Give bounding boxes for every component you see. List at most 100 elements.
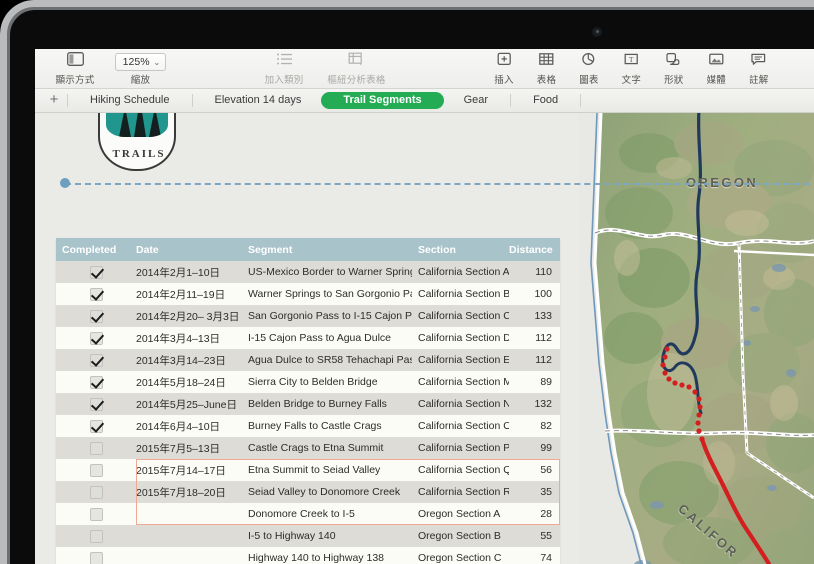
- cell-section[interactable]: California Section N: [412, 398, 509, 410]
- text-button[interactable]: T 文字: [612, 52, 650, 86]
- cell-segment[interactable]: Belden Bridge to Burney Falls: [242, 398, 412, 410]
- table-row[interactable]: 2014年2月20– 3月3日 San Gorgonio Pass to I-1…: [56, 305, 560, 327]
- cell-completed[interactable]: [56, 376, 130, 389]
- cell-completed[interactable]: [56, 310, 130, 323]
- cell-section[interactable]: California Section B: [412, 288, 509, 300]
- cell-distance[interactable]: 112: [509, 332, 560, 344]
- cell-segment[interactable]: Highway 140 to Highway 138: [242, 552, 412, 564]
- cell-completed[interactable]: [56, 354, 130, 367]
- column-header-segment[interactable]: Segment: [242, 244, 412, 256]
- trail-segments-table[interactable]: Completed Date Segment Section Distance …: [56, 238, 560, 564]
- table-row[interactable]: 2015年7月5–13日 Castle Crags to Etna Summit…: [56, 437, 560, 459]
- cell-section[interactable]: California Section D: [412, 332, 509, 344]
- cell-distance[interactable]: 89: [509, 376, 560, 388]
- cell-segment[interactable]: Agua Dulce to SR58 Tehachapi Pass: [242, 354, 412, 366]
- cell-date[interactable]: 2015年7月18–20日: [130, 485, 242, 500]
- cell-date[interactable]: 2014年2月11–19日: [130, 287, 242, 302]
- cell-distance[interactable]: 28: [509, 508, 560, 520]
- checkbox-checked-icon[interactable]: [90, 398, 103, 411]
- tab-elevation-14-days[interactable]: Elevation 14 days: [195, 92, 322, 109]
- table-row[interactable]: 2014年6月4–10日 Burney Falls to Castle Crag…: [56, 415, 560, 437]
- trail-map[interactable]: OREGON CALIFOR: [579, 113, 814, 564]
- tab-hiking-schedule[interactable]: Hiking Schedule: [70, 92, 190, 109]
- cell-date[interactable]: 2014年5月25–June日: [130, 397, 242, 412]
- add-category-button[interactable]: 加入類別: [255, 52, 313, 86]
- table-row[interactable]: 2014年3月4–13日 I-15 Cajon Pass to Agua Dul…: [56, 327, 560, 349]
- cell-distance[interactable]: 82: [509, 420, 560, 432]
- add-sheet-button[interactable]: +: [43, 90, 65, 112]
- chart-button[interactable]: 圖表: [570, 52, 608, 86]
- cell-distance[interactable]: 99: [509, 442, 560, 454]
- cell-segment[interactable]: US-Mexico Border to Warner Springs: [242, 266, 412, 278]
- cell-distance[interactable]: 100: [509, 288, 560, 300]
- cell-section[interactable]: Oregon Section C: [412, 552, 509, 564]
- cell-date[interactable]: 2015年7月14–17日: [130, 463, 242, 478]
- comment-button[interactable]: 註解: [740, 52, 778, 86]
- cell-segment[interactable]: Burney Falls to Castle Crags: [242, 420, 412, 432]
- cell-section[interactable]: California Section O: [412, 420, 509, 432]
- column-header-distance[interactable]: Distance: [509, 244, 560, 256]
- table-row[interactable]: 2014年2月11–19日 Warner Springs to San Gorg…: [56, 283, 560, 305]
- cell-distance[interactable]: 74: [509, 552, 560, 564]
- checkbox-checked-icon[interactable]: [90, 420, 103, 433]
- checkbox-unchecked-icon[interactable]: [90, 508, 103, 521]
- cell-distance[interactable]: 56: [509, 464, 560, 476]
- cell-section[interactable]: Oregon Section B: [412, 530, 509, 542]
- table-row[interactable]: I-5 to Highway 140 Oregon Section B 55: [56, 525, 560, 547]
- cell-completed[interactable]: [56, 442, 130, 455]
- checkbox-checked-icon[interactable]: [90, 376, 103, 389]
- cell-date[interactable]: 2014年5月18–24日: [130, 375, 242, 390]
- checkbox-checked-icon[interactable]: [90, 310, 103, 323]
- media-button[interactable]: 媒體: [697, 52, 735, 86]
- cell-segment[interactable]: Donomore Creek to I-5: [242, 508, 412, 520]
- cell-completed[interactable]: [56, 266, 130, 279]
- cell-date[interactable]: 2014年2月20– 3月3日: [130, 309, 242, 324]
- selection-handle[interactable]: [60, 178, 70, 188]
- cell-segment[interactable]: Warner Springs to San Gorgonio Pass: [242, 288, 412, 300]
- cell-distance[interactable]: 133: [509, 310, 560, 322]
- column-header-section[interactable]: Section: [412, 244, 509, 256]
- checkbox-unchecked-icon[interactable]: [90, 530, 103, 543]
- zoom-button[interactable]: 125%⌄ 縮放: [107, 52, 173, 86]
- table-row[interactable]: 2014年2月1–10日 US-Mexico Border to Warner …: [56, 261, 560, 283]
- cell-completed[interactable]: [56, 530, 130, 543]
- table-row[interactable]: Donomore Creek to I-5 Oregon Section A 2…: [56, 503, 560, 525]
- cell-completed[interactable]: [56, 552, 130, 564]
- cell-section[interactable]: California Section P: [412, 442, 509, 454]
- cell-segment[interactable]: I-15 Cajon Pass to Agua Dulce: [242, 332, 412, 344]
- checkbox-unchecked-icon[interactable]: [90, 552, 103, 564]
- cell-segment[interactable]: Castle Crags to Etna Summit: [242, 442, 412, 454]
- tab-gear[interactable]: Gear: [444, 92, 508, 109]
- cell-completed[interactable]: [56, 464, 130, 477]
- cell-completed[interactable]: [56, 398, 130, 411]
- column-header-completed[interactable]: Completed: [56, 244, 130, 256]
- cell-segment[interactable]: Sierra City to Belden Bridge: [242, 376, 412, 388]
- zoom-dropdown[interactable]: 125%⌄: [115, 53, 167, 71]
- insert-button[interactable]: 插入: [485, 52, 523, 86]
- cell-distance[interactable]: 132: [509, 398, 560, 410]
- cell-segment[interactable]: Seiad Valley to Donomore Creek: [242, 486, 412, 498]
- cell-completed[interactable]: [56, 288, 130, 301]
- tab-food[interactable]: Food: [513, 92, 578, 109]
- cell-date[interactable]: 2014年6月4–10日: [130, 419, 242, 434]
- trails-shield-logo[interactable]: TRAILS: [98, 113, 176, 171]
- checkbox-unchecked-icon[interactable]: [90, 442, 103, 455]
- checkbox-unchecked-icon[interactable]: [90, 486, 103, 499]
- table-row[interactable]: 2014年3月14–23日 Agua Dulce to SR58 Tehacha…: [56, 349, 560, 371]
- cell-section[interactable]: California Section Q: [412, 464, 509, 476]
- table-row[interactable]: 2014年5月18–24日 Sierra City to Belden Brid…: [56, 371, 560, 393]
- pivot-table-button[interactable]: 樞紐分析表格: [317, 52, 395, 86]
- table-row[interactable]: Highway 140 to Highway 138 Oregon Sectio…: [56, 547, 560, 564]
- cell-date[interactable]: 2014年3月4–13日: [130, 331, 242, 346]
- cell-section[interactable]: California Section C: [412, 310, 509, 322]
- cell-distance[interactable]: 112: [509, 354, 560, 366]
- checkbox-checked-icon[interactable]: [90, 354, 103, 367]
- cell-date[interactable]: 2015年7月5–13日: [130, 441, 242, 456]
- view-button[interactable]: 顯示方式: [47, 52, 103, 86]
- cell-distance[interactable]: 35: [509, 486, 560, 498]
- table-row[interactable]: 2015年7月14–17日 Etna Summit to Seiad Valle…: [56, 459, 560, 481]
- cell-distance[interactable]: 55: [509, 530, 560, 542]
- checkbox-checked-icon[interactable]: [90, 288, 103, 301]
- cell-date[interactable]: 2014年3月14–23日: [130, 353, 242, 368]
- cell-segment[interactable]: Etna Summit to Seiad Valley: [242, 464, 412, 476]
